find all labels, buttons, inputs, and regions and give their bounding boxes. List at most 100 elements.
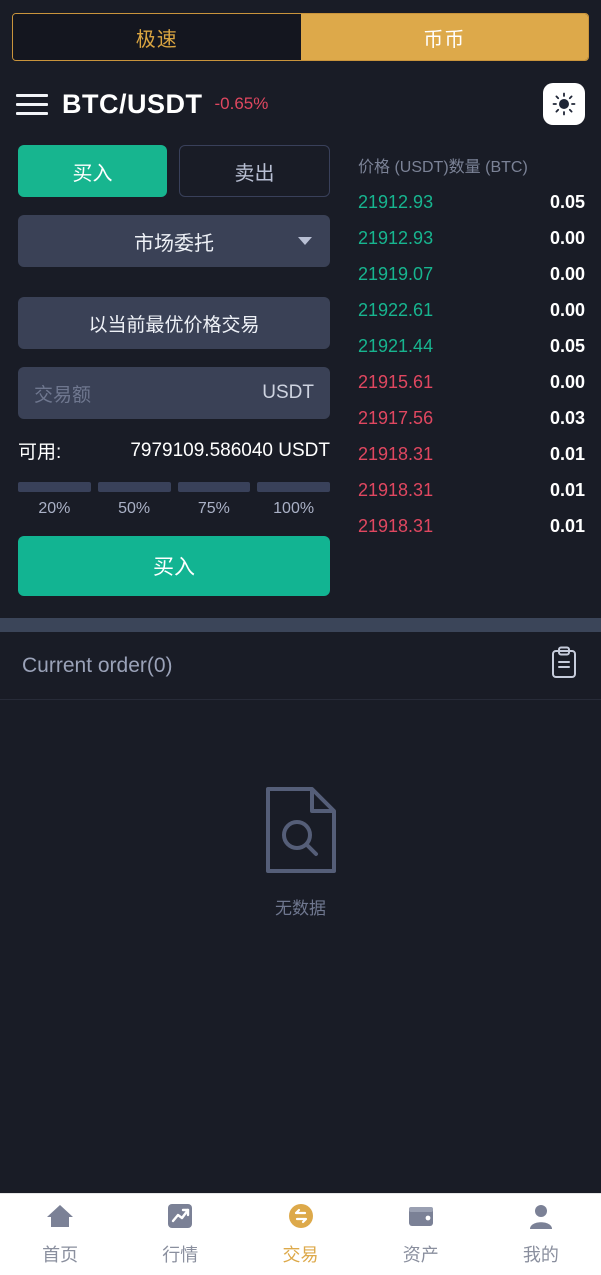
- home-icon: [45, 1202, 75, 1235]
- sell-tab-label: 卖出: [235, 157, 275, 186]
- percent-bar: [257, 482, 330, 492]
- trading-app: 极速 币币 BTC/USDT -0.65%: [0, 0, 601, 1275]
- submit-buy-label: 买入: [153, 551, 195, 581]
- bottom-nav: 首页 行情 交易: [0, 1193, 601, 1275]
- percent-option-50[interactable]: 50%: [98, 482, 171, 518]
- order-book-price: 21918.31: [358, 480, 433, 501]
- order-book-qty: 0.05: [550, 336, 585, 357]
- percent-bar: [178, 482, 251, 492]
- buy-tab-label: 买入: [73, 157, 113, 186]
- exchange-icon: [286, 1202, 316, 1235]
- order-book-qty: 0.01: [550, 480, 585, 501]
- nav-item-assets[interactable]: 资产: [361, 1202, 481, 1267]
- sell-tab[interactable]: 卖出: [179, 145, 330, 197]
- order-book: 价格 (USDT) 数量 (BTC) 21912.93 0.05 21912.93 0…: [348, 145, 601, 596]
- order-book-qty: 0.01: [550, 516, 585, 537]
- page-title: BTC/USDT: [62, 89, 203, 120]
- submit-buy-button[interactable]: 买入: [18, 536, 330, 596]
- order-book-qty: 0.00: [550, 228, 585, 249]
- market-price-note-label: 以当前最优价格交易: [88, 310, 259, 337]
- order-form: 买入 卖出 市场委托 以当前最优价格交易 交易额 USDT 可用: 797910…: [0, 145, 348, 596]
- order-book-price: 21918.31: [358, 444, 433, 465]
- nav-item-profile[interactable]: 我的: [481, 1202, 601, 1267]
- side-tabs: 买入 卖出: [18, 145, 330, 197]
- order-book-price: 21912.93: [358, 192, 433, 213]
- order-book-qty: 0.00: [550, 300, 585, 321]
- nav-item-trade[interactable]: 交易: [240, 1202, 360, 1267]
- order-book-rows: 21912.930.0521912.930.0021919.070.002192…: [358, 192, 585, 537]
- percent-option-20[interactable]: 20%: [18, 482, 91, 518]
- amount-unit: USDT: [262, 382, 314, 404]
- order-book-price: 21921.44: [358, 336, 433, 357]
- wallet-icon: [406, 1202, 436, 1235]
- order-book-qty: 0.01: [550, 444, 585, 465]
- order-book-qty-header: 数量 (BTC): [449, 153, 528, 177]
- order-book-row[interactable]: 21922.61 0.00: [358, 300, 585, 321]
- tab-spot[interactable]: 币币: [301, 14, 589, 60]
- order-book-qty: 0.05: [550, 192, 585, 213]
- clipboard-icon[interactable]: [549, 646, 579, 685]
- chart-icon: [165, 1202, 195, 1235]
- order-book-row[interactable]: 21918.31 0.01: [358, 516, 585, 537]
- order-book-price: 21912.93: [358, 228, 433, 249]
- order-book-qty: 0.03: [550, 408, 585, 429]
- empty-state: 无数据: [0, 700, 601, 1193]
- percent-label: 75%: [178, 500, 251, 518]
- trade-area: 买入 卖出 市场委托 以当前最优价格交易 交易额 USDT 可用: 797910…: [0, 135, 601, 596]
- order-book-row[interactable]: 21919.07 0.00: [358, 264, 585, 285]
- empty-state-label: 无数据: [275, 894, 326, 919]
- buy-tab[interactable]: 买入: [18, 145, 167, 197]
- nav-label-home: 首页: [42, 1241, 78, 1267]
- nav-label-profile: 我的: [523, 1241, 559, 1267]
- tab-spot-label: 币币: [423, 23, 465, 52]
- order-book-row[interactable]: 21921.44 0.05: [358, 336, 585, 357]
- available-value: 7979109.586040 USDT: [130, 440, 330, 462]
- available-label: 可用:: [18, 437, 61, 464]
- amount-input[interactable]: 交易额 USDT: [18, 367, 330, 419]
- header: BTC/USDT -0.65%: [0, 73, 601, 135]
- nav-label-assets: 资产: [403, 1241, 439, 1267]
- file-search-icon: [264, 785, 338, 880]
- order-book-price: 21917.56: [358, 408, 433, 429]
- top-tabs-container: 极速 币币: [0, 0, 601, 61]
- user-icon: [526, 1202, 556, 1235]
- order-book-row[interactable]: 21918.31 0.01: [358, 480, 585, 501]
- amount-placeholder: 交易额: [34, 380, 91, 407]
- nav-item-home[interactable]: 首页: [0, 1202, 120, 1267]
- nav-item-market[interactable]: 行情: [120, 1202, 240, 1267]
- order-book-row[interactable]: 21912.93 0.00: [358, 228, 585, 249]
- tab-fast[interactable]: 极速: [13, 14, 301, 60]
- order-book-price-header: 价格 (USDT): [358, 153, 449, 177]
- price-change-badge: -0.65%: [215, 94, 269, 114]
- order-book-price: 21919.07: [358, 264, 433, 285]
- percent-bar: [98, 482, 171, 492]
- order-book-qty: 0.00: [550, 372, 585, 393]
- market-price-note: 以当前最优价格交易: [18, 297, 330, 349]
- chevron-down-icon: [298, 237, 312, 245]
- percent-label: 20%: [18, 500, 91, 518]
- percent-label: 100%: [257, 500, 330, 518]
- percent-option-100[interactable]: 100%: [257, 482, 330, 518]
- current-order-header: Current order(0): [0, 632, 601, 700]
- order-book-row[interactable]: 21912.93 0.05: [358, 192, 585, 213]
- nav-label-market: 行情: [162, 1241, 198, 1267]
- order-book-row[interactable]: 21915.61 0.00: [358, 372, 585, 393]
- top-tabs: 极速 币币: [12, 13, 589, 61]
- sun-icon[interactable]: [543, 83, 585, 125]
- current-order-title: Current order(0): [22, 654, 173, 678]
- order-type-select[interactable]: 市场委托: [18, 215, 330, 267]
- section-divider: [0, 618, 601, 632]
- order-book-price: 21922.61: [358, 300, 433, 321]
- percent-selector: 20% 50% 75% 100%: [18, 482, 330, 518]
- order-book-price: 21918.31: [358, 516, 433, 537]
- order-book-qty: 0.00: [550, 264, 585, 285]
- order-book-header: 价格 (USDT) 数量 (BTC): [358, 153, 585, 177]
- order-book-row[interactable]: 21917.56 0.03: [358, 408, 585, 429]
- hamburger-icon[interactable]: [16, 94, 48, 115]
- order-book-price: 21915.61: [358, 372, 433, 393]
- nav-label-trade: 交易: [283, 1241, 319, 1267]
- percent-bar: [18, 482, 91, 492]
- percent-option-75[interactable]: 75%: [178, 482, 251, 518]
- available-balance-row: 可用: 7979109.586040 USDT: [18, 437, 330, 464]
- order-book-row[interactable]: 21918.31 0.01: [358, 444, 585, 465]
